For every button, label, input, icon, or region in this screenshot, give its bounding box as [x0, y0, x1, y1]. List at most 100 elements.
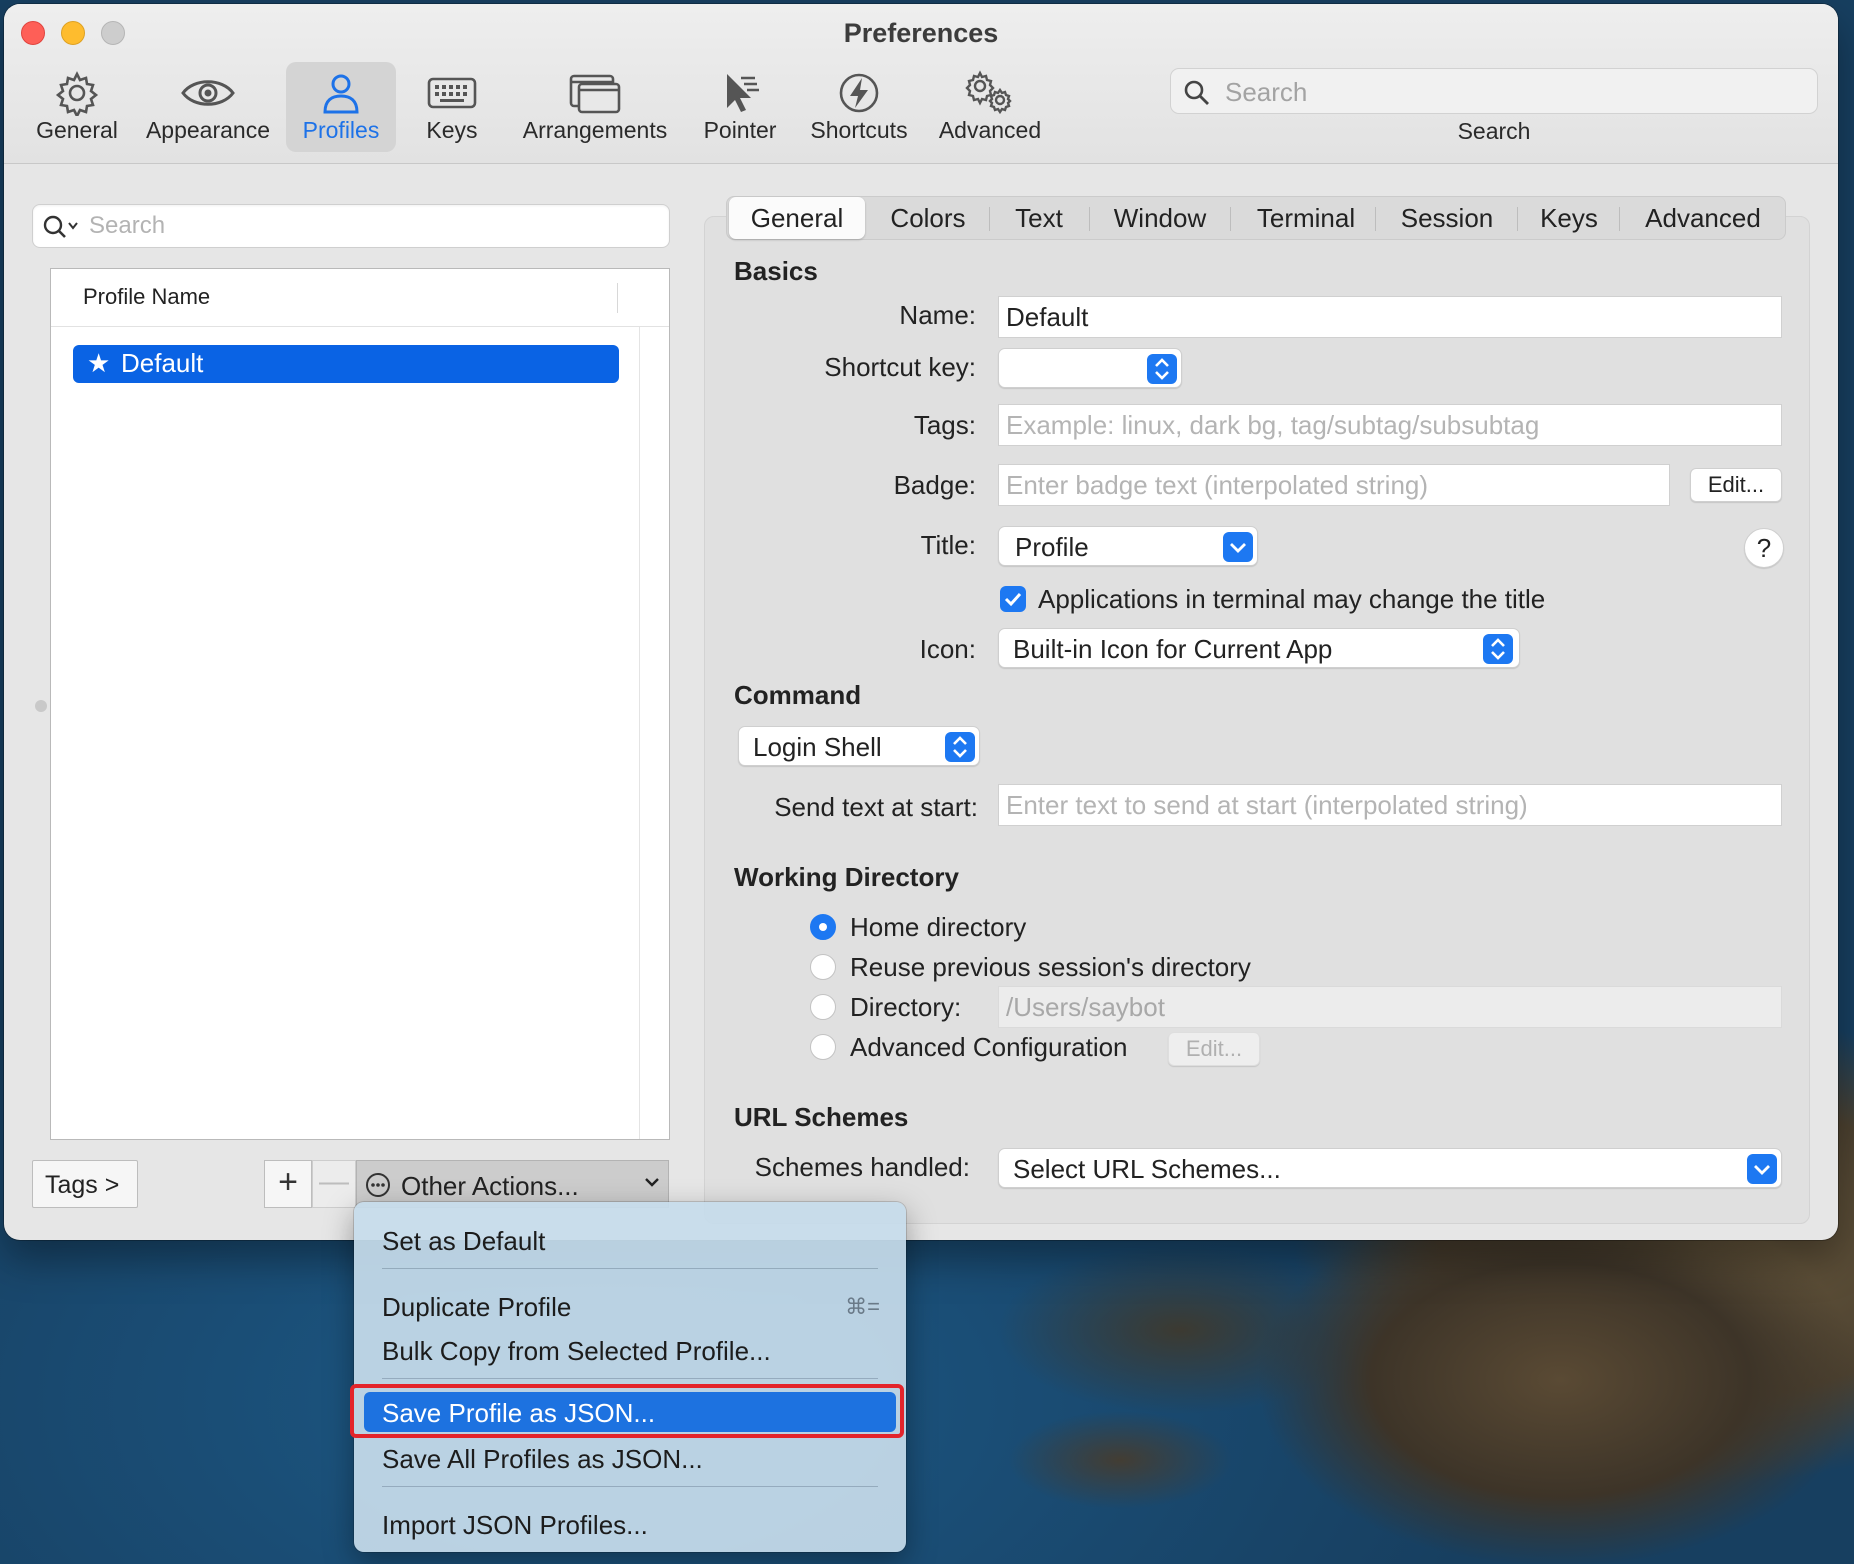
apps-change-title-checkbox[interactable]	[1000, 586, 1026, 612]
profile-search-input[interactable]: Search	[32, 204, 670, 248]
search-placeholder: Search	[1225, 77, 1308, 107]
chevron-down-icon	[1223, 532, 1253, 562]
up-down-arrows-icon	[1483, 634, 1513, 664]
tab-general[interactable]: General	[729, 197, 865, 239]
tab-window[interactable]: Window	[1093, 197, 1227, 239]
home-directory-label: Home directory	[850, 912, 1027, 942]
name-label: Name:	[899, 300, 976, 330]
title-label: Title:	[920, 530, 976, 560]
tab-divider	[989, 207, 990, 231]
tags-label: Tags:	[913, 410, 976, 440]
menu-item-label: Bulk Copy from Selected Profile...	[382, 1336, 771, 1366]
basics-heading: Basics	[734, 256, 818, 286]
profile-list-header[interactable]: Profile Name	[51, 269, 669, 327]
apps-change-title-label: Applications in terminal may change the …	[1038, 584, 1546, 614]
star-icon: ★	[87, 348, 111, 378]
toolbar-keys[interactable]: Keys	[404, 62, 500, 152]
pointer-icon	[717, 70, 763, 121]
menu-item-label: Set as Default	[382, 1226, 546, 1256]
radio-reuse-previous[interactable]	[810, 954, 836, 980]
up-down-arrows-icon	[945, 732, 975, 762]
menu-item-label: Duplicate Profile	[382, 1292, 572, 1322]
menu-item-set-as-default[interactable]: Set as Default	[354, 1220, 906, 1260]
profile-name: Default	[121, 348, 204, 378]
radio-home-directory[interactable]	[810, 914, 836, 940]
menu-item-label: Save All Profiles as JSON...	[382, 1444, 703, 1474]
profile-row-default[interactable]: ★ Default	[73, 345, 619, 383]
search-icon	[43, 214, 83, 245]
radio-directory[interactable]	[810, 994, 836, 1020]
toolbar-search-label: Search	[1457, 118, 1531, 144]
tab-advanced[interactable]: Advanced	[1623, 197, 1783, 239]
menu-item-bulk-copy[interactable]: Bulk Copy from Selected Profile...	[354, 1330, 906, 1370]
highlight-annotation-box	[350, 1384, 904, 1438]
help-button[interactable]: ?	[1744, 528, 1784, 568]
checkmark-icon	[1004, 592, 1022, 607]
menu-item-label: Import JSON Profiles...	[382, 1510, 648, 1540]
send-text-label: Send text at start:	[774, 792, 978, 822]
window-title: Preferences	[843, 18, 999, 48]
send-text-field[interactable]: Enter text to send at start (interpolate…	[998, 784, 1782, 826]
toolbar-label: Pointer	[703, 117, 777, 143]
advanced-configuration-edit-button[interactable]: Edit...	[1168, 1032, 1260, 1066]
tab-divider	[1230, 207, 1231, 231]
radio-advanced-configuration[interactable]	[810, 1034, 836, 1060]
badge-field[interactable]: Enter badge text (interpolated string)	[998, 464, 1670, 506]
title-popup[interactable]: Profile	[998, 526, 1258, 566]
toolbar-label: Advanced	[938, 117, 1042, 143]
icon-value: Built-in Icon for Current App	[1013, 634, 1333, 664]
toolbar-arrangements[interactable]: Arrangements	[514, 62, 676, 152]
minus-icon: —	[319, 1165, 349, 1198]
tags-field[interactable]: Example: linux, dark bg, tag/subtag/subs…	[998, 404, 1782, 446]
directory-label: Directory:	[850, 992, 962, 1022]
url-schemes-value: Select URL Schemes...	[1013, 1154, 1281, 1184]
list-scrollbar[interactable]	[639, 327, 640, 1139]
eye-icon	[180, 70, 236, 121]
title-value: Profile	[1015, 532, 1089, 562]
toolbar-pointer[interactable]: Pointer	[694, 62, 786, 152]
icon-popup[interactable]: Built-in Icon for Current App	[998, 628, 1520, 668]
add-profile-button[interactable]: +	[264, 1160, 312, 1208]
shortcut-key-popup[interactable]	[998, 348, 1182, 388]
toolbar-advanced[interactable]: Advanced	[932, 62, 1048, 152]
menu-item-shortcut: ⌘=	[845, 1294, 880, 1319]
tab-divider	[1089, 207, 1090, 231]
menu-item-save-all-profiles-as-json[interactable]: Save All Profiles as JSON...	[354, 1438, 906, 1478]
toolbar-label: Appearance	[145, 117, 271, 143]
tab-keys[interactable]: Keys	[1521, 197, 1617, 239]
menu-separator	[382, 1486, 878, 1487]
tab-colors[interactable]: Colors	[869, 197, 987, 239]
command-popup[interactable]: Login Shell	[738, 726, 980, 766]
toolbar-label: Keys	[426, 117, 478, 143]
tab-session[interactable]: Session	[1379, 197, 1515, 239]
tab-text[interactable]: Text	[993, 197, 1085, 239]
toolbar-search-input[interactable]: Search	[1170, 68, 1818, 114]
directory-field[interactable]: /Users/saybot	[998, 986, 1782, 1028]
toolbar-label: General	[36, 117, 118, 143]
menu-separator	[382, 1268, 878, 1269]
other-actions-button[interactable]: Other Actions...	[356, 1160, 669, 1208]
other-actions-menu: Set as Default Duplicate Profile ⌘= Bulk…	[354, 1202, 906, 1552]
toolbar-shortcuts[interactable]: Shortcuts	[800, 62, 918, 152]
icon-label: Icon:	[919, 634, 976, 664]
menu-item-import-json-profiles[interactable]: Import JSON Profiles...	[354, 1504, 906, 1544]
toolbar-profiles[interactable]: Profiles	[286, 62, 396, 152]
menu-item-duplicate-profile[interactable]: Duplicate Profile ⌘=	[354, 1286, 906, 1326]
name-field[interactable]: Default	[998, 296, 1782, 338]
split-handle[interactable]	[35, 700, 47, 712]
gears-icon	[962, 70, 1018, 121]
url-schemes-heading: URL Schemes	[734, 1102, 909, 1132]
toolbar-label: Arrangements	[522, 117, 668, 143]
remove-profile-button[interactable]: —	[312, 1160, 356, 1208]
ellipsis-circle-icon	[365, 1172, 391, 1203]
tab-divider	[1517, 207, 1518, 231]
toolbar-general[interactable]: General	[22, 62, 132, 152]
badge-label: Badge:	[893, 470, 976, 500]
toolbar-appearance[interactable]: Appearance	[138, 62, 278, 152]
command-value: Login Shell	[753, 732, 882, 762]
tab-terminal[interactable]: Terminal	[1234, 197, 1378, 239]
badge-edit-button[interactable]: Edit...	[1690, 468, 1782, 502]
url-schemes-popup[interactable]: Select URL Schemes...	[998, 1148, 1782, 1188]
tags-button[interactable]: Tags >	[32, 1160, 138, 1208]
search-icon	[1183, 79, 1211, 112]
